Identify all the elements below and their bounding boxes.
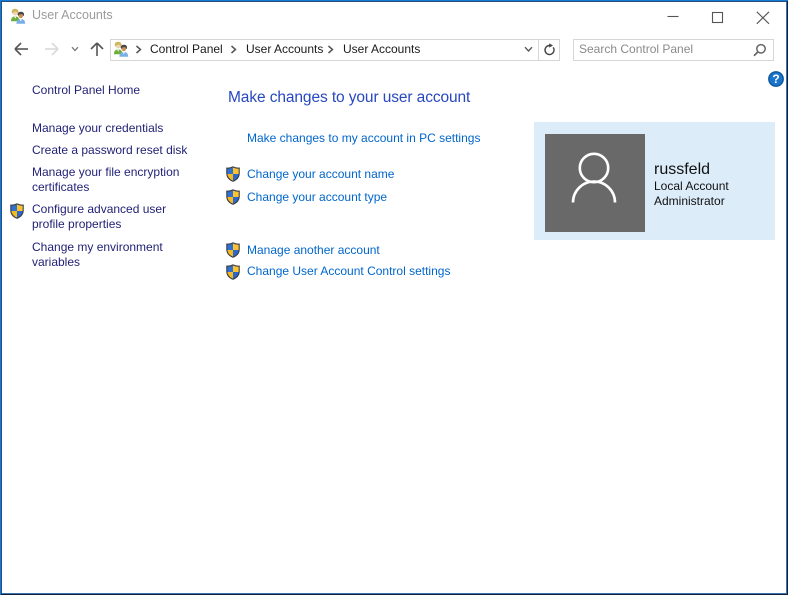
svg-text:?: ? (772, 72, 779, 86)
